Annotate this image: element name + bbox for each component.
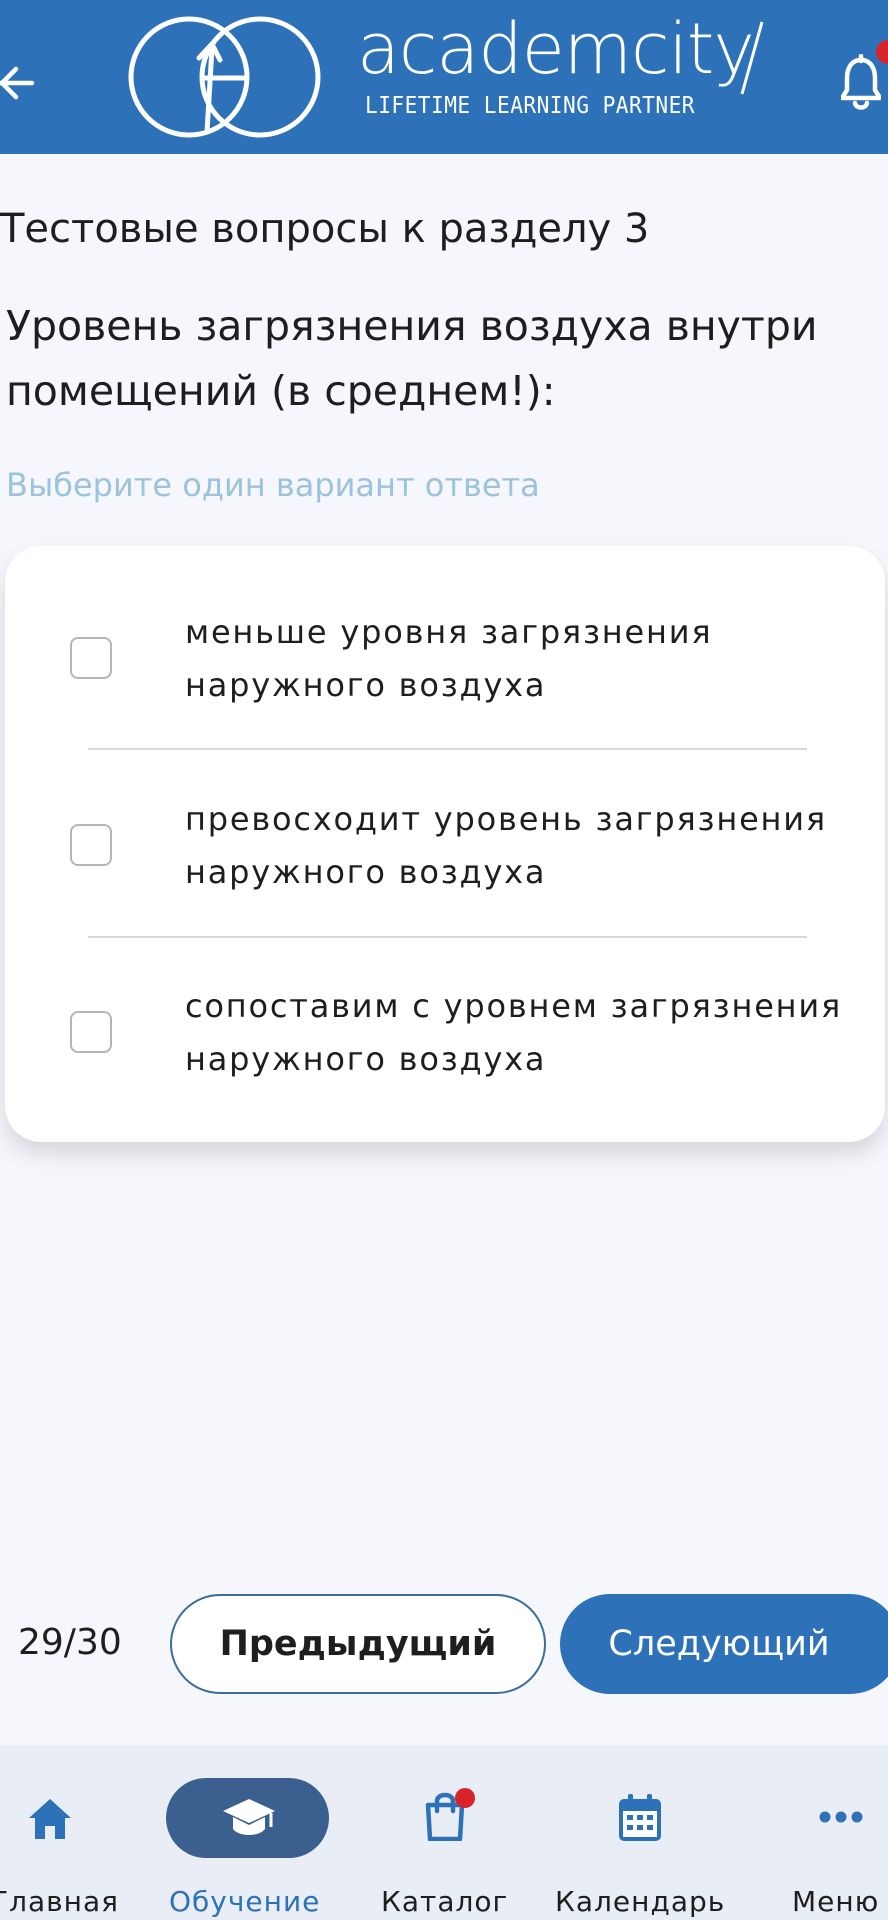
answer-label-1: меньше уровня загрязнения наружного возд… (185, 613, 713, 704)
bottom-navigation: Главная Обучение Каталог Календарь Меню (0, 1745, 888, 1920)
answer-option-3[interactable]: сопоставим с уровнем загрязнения наружно… (5, 960, 885, 1110)
nav-label-learning: Обучение (169, 1885, 321, 1918)
nav-label-calendar: Календарь (555, 1885, 726, 1918)
brand-slash-mark (740, 21, 764, 95)
previous-button[interactable]: Предыдущий (170, 1594, 546, 1694)
nav-label-home: Главная (0, 1885, 119, 1918)
nav-label-catalog: Каталог (381, 1885, 509, 1918)
bell-icon (839, 53, 883, 110)
answers-card: меньше уровня загрязнения наружного возд… (5, 546, 885, 1142)
nav-item-calendar[interactable]: Календарь (550, 1745, 730, 1920)
app-header: academcity LIFETIME LEARNING PARTNER (0, 0, 888, 154)
nav-item-menu[interactable]: Меню (780, 1745, 888, 1920)
more-dots-icon (819, 1811, 863, 1823)
brand-tagline: LIFETIME LEARNING PARTNER (365, 93, 695, 119)
answer-option-2[interactable]: превосходит уровень загрязнения наружног… (5, 773, 885, 923)
section-title: Тестовые вопросы к разделу 3 (0, 206, 650, 252)
notifications-button[interactable] (839, 53, 883, 112)
question-text: Уровень загрязнения воздуха внутри помещ… (6, 302, 818, 415)
nav-item-home[interactable]: Главная (0, 1745, 118, 1920)
answer-checkbox-3[interactable] (70, 1011, 112, 1053)
answer-label-3: сопоставим с уровнем загрязнения наружно… (185, 987, 843, 1078)
answer-checkbox-2[interactable] (70, 824, 112, 866)
nav-item-learning[interactable]: Обучение (155, 1745, 340, 1920)
graduation-cap-icon (223, 1799, 275, 1835)
answer-label-2: превосходит уровень загрязнения наружног… (185, 800, 827, 891)
brand-name: academcity (357, 8, 755, 90)
answer-divider (88, 936, 807, 938)
next-button[interactable]: Следующий (560, 1594, 888, 1694)
back-button[interactable] (0, 58, 40, 108)
answer-hint: Выберите один вариант ответа (6, 466, 540, 504)
page-counter: 29/30 (18, 1622, 122, 1663)
answer-divider (88, 748, 807, 750)
calendar-icon (619, 1794, 661, 1841)
arrow-left-icon (0, 66, 35, 100)
catalog-badge (455, 1788, 475, 1808)
nav-item-catalog[interactable]: Каталог (370, 1745, 520, 1920)
nav-label-menu: Меню (792, 1885, 880, 1918)
answer-option-1[interactable]: меньше уровня загрязнения наружного возд… (5, 586, 885, 736)
academcity-logo-mark (128, 16, 321, 138)
home-icon (29, 1799, 71, 1839)
answer-checkbox-1[interactable] (70, 637, 112, 679)
